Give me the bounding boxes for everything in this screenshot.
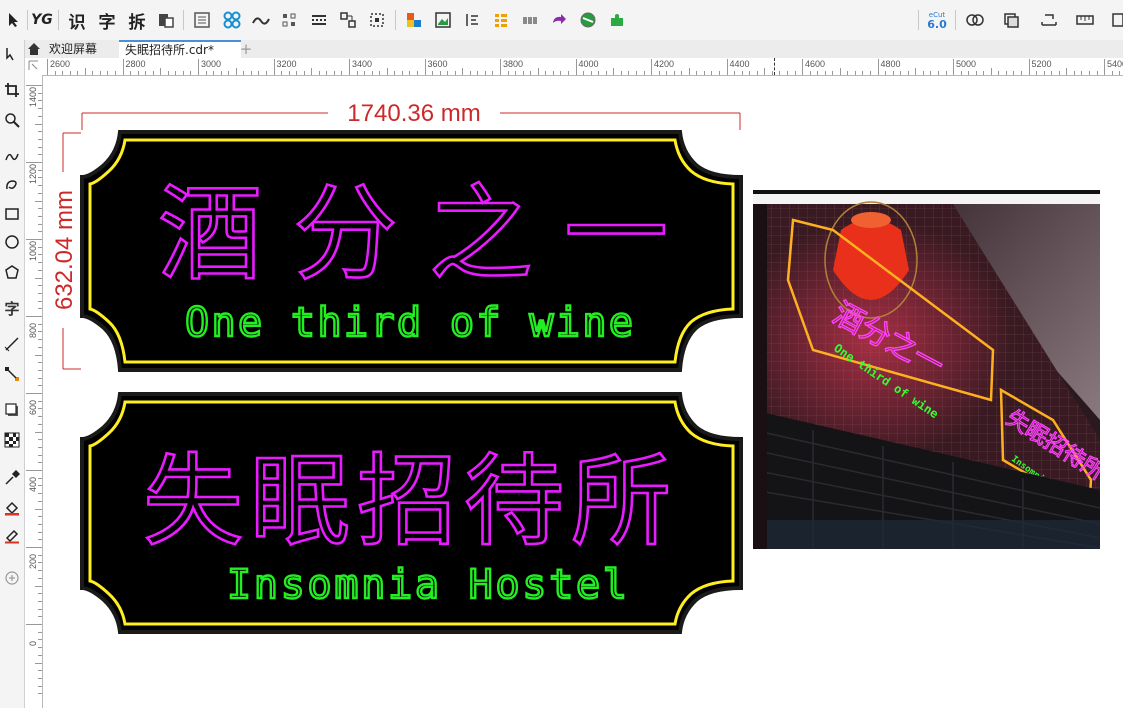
freehand-tool-icon[interactable] <box>2 146 22 166</box>
transparency-icon[interactable] <box>2 430 22 450</box>
ruler-h-label: 5400 <box>1107 59 1123 69</box>
select-box-icon[interactable] <box>366 9 388 31</box>
curve-text-icon[interactable] <box>250 9 272 31</box>
effects-icon[interactable] <box>964 9 986 31</box>
sign-wine-subtitle: One third of wine <box>185 300 633 346</box>
connector-tool-icon[interactable] <box>2 364 22 384</box>
ruler-v-label: 0 <box>28 640 38 646</box>
ruler-h-label: 2800 <box>125 59 146 69</box>
pick-tool-icon[interactable] <box>3 9 25 31</box>
globe-icon[interactable] <box>577 9 599 31</box>
align-grid-icon[interactable] <box>191 9 213 31</box>
ruler-v-label: 600 <box>28 399 38 415</box>
ruler-h-label: 3800 <box>503 59 524 69</box>
paste-special-icon[interactable] <box>155 9 177 31</box>
arrange-icon[interactable] <box>337 9 359 31</box>
ruler-h-label: 3000 <box>201 59 222 69</box>
ellipse-tool-icon[interactable] <box>2 232 22 252</box>
height-dimension-label: 632.04 mm <box>51 190 78 310</box>
add-tool-icon[interactable] <box>2 568 22 588</box>
artistic-media-icon[interactable] <box>2 174 22 194</box>
more-tools-icon[interactable] <box>1106 9 1123 31</box>
fill-tool-icon[interactable] <box>2 498 22 518</box>
new-tab-button[interactable]: + <box>237 40 255 58</box>
sign-hostel[interactable]: 失眠招待所 Insomnia Hostel <box>80 392 743 634</box>
ruler-h-label: 5000 <box>956 59 977 69</box>
barcode-icon[interactable] <box>519 9 541 31</box>
vertical-ruler[interactable]: 1400 1200 1000 800 600 400 200 0 <box>25 75 43 708</box>
ruler-h-label: 3200 <box>276 59 297 69</box>
polygon-tool-icon[interactable] <box>2 262 22 282</box>
color-blocks-icon[interactable] <box>403 9 425 31</box>
drop-shadow-icon[interactable] <box>2 400 22 420</box>
sign-hostel-subtitle: Insomnia Hostel <box>227 562 627 608</box>
tab-welcome-screen[interactable]: 欢迎屏幕 <box>49 40 109 58</box>
ruler-v-label: 800 <box>28 322 38 338</box>
ruler-v-label: 400 <box>28 476 38 492</box>
outline-pen-icon[interactable] <box>2 526 22 546</box>
left-toolbox: 字 <box>0 40 25 708</box>
ruler-h-label: 3400 <box>352 59 373 69</box>
parallel-dimension-icon[interactable] <box>2 334 22 354</box>
shape-tool-icon[interactable] <box>2 44 22 64</box>
ruler-h-label: 4000 <box>578 59 599 69</box>
recognize-button[interactable]: 识 <box>66 9 88 33</box>
sign-wine[interactable]: 酒分之一 One third of wine <box>80 130 743 372</box>
ruler-h-label: 2600 <box>50 59 71 69</box>
ruler-v-label: 1000 <box>28 240 38 261</box>
split-button[interactable]: 拆 <box>126 9 148 33</box>
ruler-h-label: 4400 <box>729 59 750 69</box>
puzzle-icon[interactable] <box>606 9 628 31</box>
text-align-icon[interactable] <box>461 9 483 31</box>
distribute-icon[interactable] <box>279 9 301 31</box>
reference-photo[interactable]: 酒分之一 One third of wine 失眠招待所 Insomnia Ho… <box>753 190 1100 549</box>
text-tool-icon[interactable]: 字 <box>2 298 22 318</box>
ruler-h-label: 4800 <box>880 59 901 69</box>
ruler-origin[interactable] <box>25 58 44 76</box>
list-icon[interactable] <box>490 9 512 31</box>
horizontal-ruler[interactable]: 2600 2800 3000 3200 3400 3600 3800 4000 4200 4400… <box>43 58 1123 76</box>
ecut-version-badge[interactable]: eCut 6.0 <box>926 9 948 31</box>
redo-arrow-icon[interactable] <box>548 9 570 31</box>
ruler-h-label: 4200 <box>654 59 675 69</box>
ruler-v-label: 200 <box>28 553 38 569</box>
ruler-v-label: 1400 <box>28 86 38 107</box>
top-toolbar: YG 识 字 拆 eCut 6.0 <box>0 0 1123 41</box>
eyedropper-icon[interactable] <box>2 468 22 488</box>
home-icon[interactable] <box>27 40 45 58</box>
ruler-tool-icon[interactable] <box>1074 9 1096 31</box>
copy-objects-icon[interactable] <box>1000 9 1022 31</box>
image-frame-icon[interactable] <box>432 9 454 31</box>
ruler-h-label: 4600 <box>805 59 826 69</box>
cursor-guide <box>774 58 775 75</box>
width-dimension[interactable]: 1740.36 mm <box>81 100 741 130</box>
document-tab-bar: 欢迎屏幕 失眠招待所.cdr* + <box>25 40 1123 58</box>
ruler-v-label: 1200 <box>28 163 38 184</box>
ecut-version: 6.0 <box>927 17 947 31</box>
height-dimension[interactable]: 632.04 mm <box>51 132 81 370</box>
width-dimension-label: 1740.36 mm <box>347 100 480 127</box>
ruler-h-label: 5200 <box>1031 59 1052 69</box>
rectangle-tool-icon[interactable] <box>2 204 22 224</box>
zoom-tool-icon[interactable] <box>2 110 22 130</box>
measure-icon[interactable] <box>1038 9 1060 31</box>
yg-plugin-button[interactable]: YG <box>31 9 53 31</box>
sign-hostel-title: 失眠招待所 <box>143 443 671 560</box>
pattern-icon[interactable] <box>221 9 243 31</box>
crop-tool-icon[interactable] <box>2 80 22 100</box>
tab-document[interactable]: 失眠招待所.cdr* <box>119 40 241 58</box>
lines-icon[interactable] <box>308 9 330 31</box>
ruler-h-label: 3600 <box>427 59 448 69</box>
character-button[interactable]: 字 <box>96 9 118 33</box>
